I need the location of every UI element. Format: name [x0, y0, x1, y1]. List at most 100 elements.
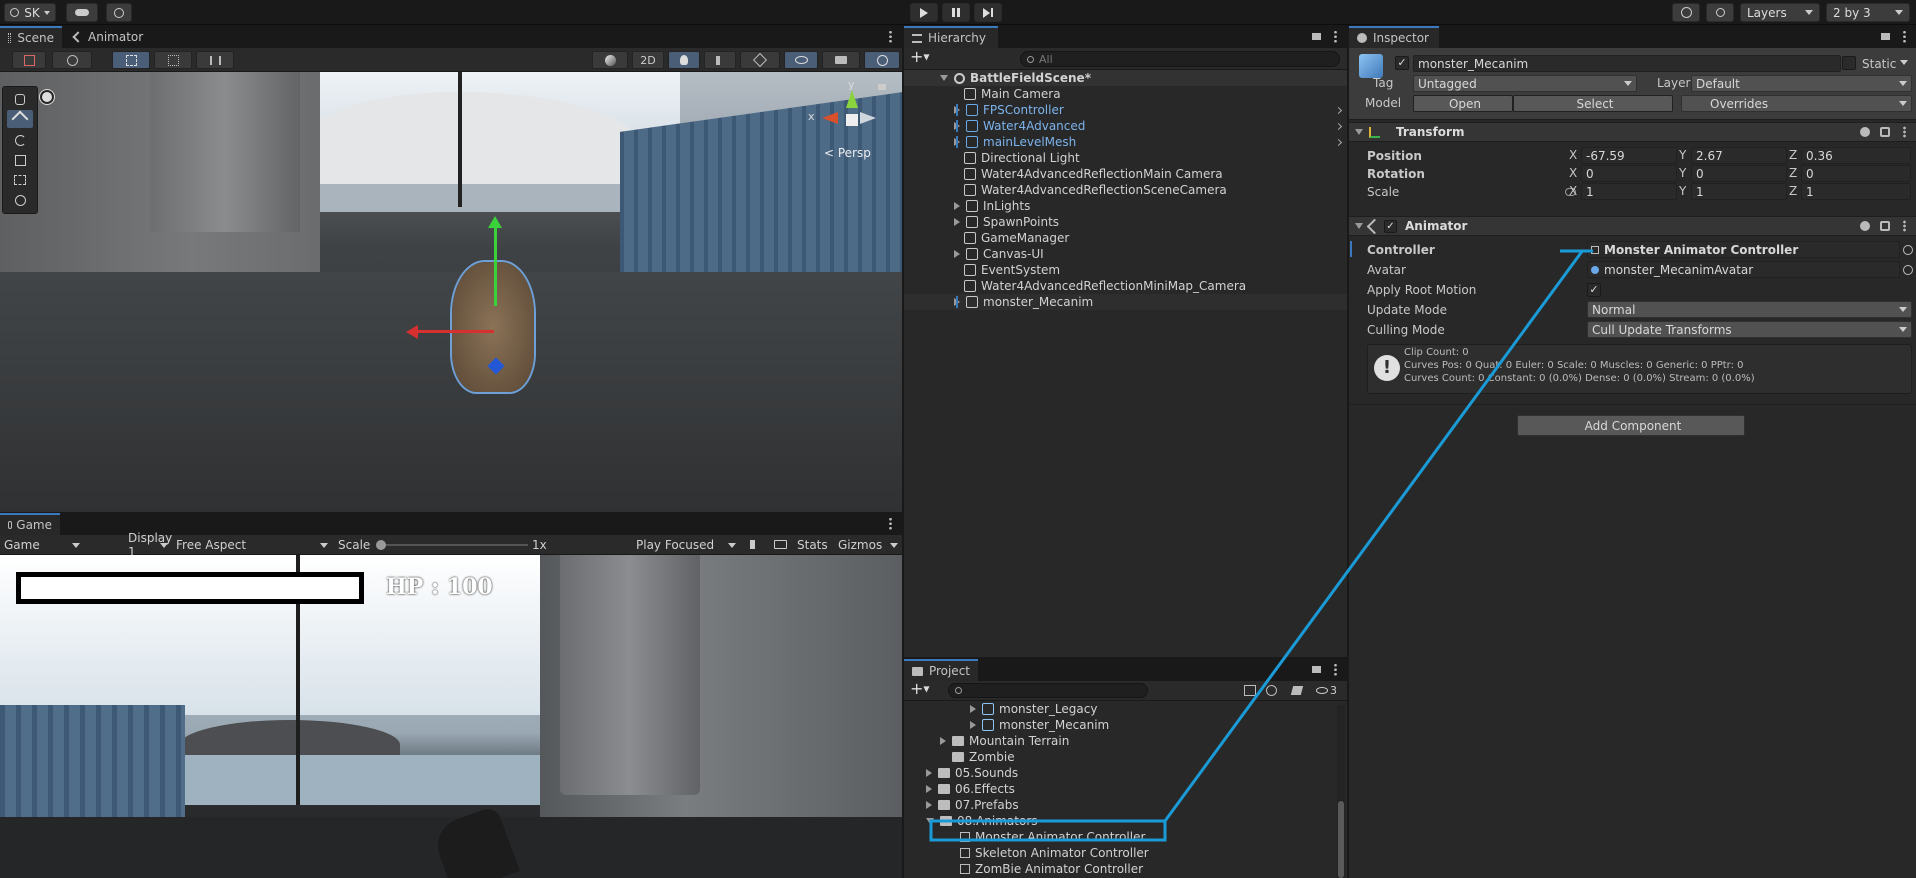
more-menu-icon[interactable]: [1334, 30, 1337, 43]
update-mode-dropdown[interactable]: Normal: [1587, 301, 1912, 318]
collab-button[interactable]: [106, 3, 132, 22]
foldout-arrow-icon[interactable]: [1355, 129, 1363, 135]
rotation-x-field[interactable]: 0: [1581, 165, 1677, 182]
stats-button[interactable]: Stats: [797, 538, 828, 552]
scale-z-field[interactable]: 1: [1801, 183, 1911, 200]
hierarchy-item[interactable]: InLights: [904, 198, 1347, 214]
project-folder[interactable]: Zombie: [904, 749, 1335, 765]
lock-icon[interactable]: [878, 84, 886, 90]
hierarchy-item[interactable]: FPSController: [904, 102, 1347, 118]
increment-snap-dropdown[interactable]: [196, 51, 234, 69]
animator-header[interactable]: ✓ Animator: [1349, 216, 1916, 236]
select-button[interactable]: Select: [1513, 95, 1673, 112]
scale-x-field[interactable]: 1: [1581, 183, 1677, 200]
expand-arrow-icon[interactable]: [940, 737, 946, 745]
project-folder[interactable]: 06.Effects: [904, 781, 1335, 797]
hierarchy-item[interactable]: Water4AdvancedReflectionSceneCamera: [904, 182, 1347, 198]
foldout-arrow-icon[interactable]: [1355, 223, 1363, 229]
project-folder[interactable]: monster_Mecanim: [904, 717, 1335, 733]
lock-icon[interactable]: [1881, 33, 1890, 40]
tag-dropdown[interactable]: Untagged: [1413, 75, 1637, 92]
more-menu-icon[interactable]: [1903, 220, 1906, 232]
tab-inspector[interactable]: Inspector: [1349, 26, 1439, 48]
object-picker-icon[interactable]: [1903, 265, 1913, 275]
cloud-button[interactable]: [66, 3, 98, 22]
tab-project[interactable]: Project: [904, 659, 978, 681]
rotation-z-field[interactable]: 0: [1801, 165, 1911, 182]
scene-viewport[interactable]: y x < Persp: [0, 72, 902, 512]
camera-dropdown[interactable]: [822, 51, 860, 69]
avatar-field[interactable]: monster_MecanimAvatar: [1587, 261, 1900, 278]
chevron-right-icon[interactable]: [1334, 122, 1343, 130]
2d-toggle[interactable]: 2D: [632, 51, 664, 69]
expand-arrow-icon[interactable]: [970, 721, 976, 729]
effects-dropdown[interactable]: [740, 51, 780, 69]
expand-arrow-icon[interactable]: [954, 250, 960, 258]
project-search[interactable]: [948, 683, 1148, 698]
position-y-field[interactable]: 2.67: [1691, 147, 1787, 164]
project-folder[interactable]: 08.Animators: [904, 813, 1335, 829]
static-checkbox[interactable]: [1842, 56, 1856, 70]
gizmos-dropdown[interactable]: [864, 51, 900, 69]
rotate-tool-icon[interactable]: [7, 131, 33, 149]
transform-tool-icon[interactable]: [7, 191, 33, 209]
tab-game[interactable]: Game: [0, 513, 60, 535]
gizmos-dropdown[interactable]: Gizmos: [834, 536, 902, 554]
hierarchy-item[interactable]: mainLevelMesh: [904, 134, 1347, 150]
lighting-toggle[interactable]: [668, 51, 700, 69]
mute-audio-icon[interactable]: [750, 540, 758, 549]
add-object-button[interactable]: +▼: [910, 49, 938, 66]
expand-arrow-icon[interactable]: [926, 769, 932, 777]
search-by-type-icon[interactable]: [1244, 685, 1256, 696]
hierarchy-search[interactable]: All: [1020, 51, 1340, 67]
hand-tool-icon[interactable]: [7, 90, 33, 108]
account-dropdown[interactable]: SK: [4, 3, 56, 22]
more-menu-icon[interactable]: [1334, 663, 1337, 676]
more-menu-icon[interactable]: [1903, 126, 1906, 138]
add-component-button[interactable]: Add Component: [1517, 415, 1745, 436]
history-button[interactable]: [1672, 3, 1700, 22]
project-folder[interactable]: Mountain Terrain: [904, 733, 1335, 749]
grid-snap-dropdown[interactable]: [112, 51, 150, 69]
expand-arrow-icon[interactable]: [926, 801, 932, 809]
draw-mode-dropdown[interactable]: [12, 51, 46, 69]
chevron-right-icon[interactable]: [1334, 106, 1343, 114]
project-asset[interactable]: ZomBie Animator Controller: [904, 861, 1335, 877]
hierarchy-item[interactable]: SpawnPoints: [904, 214, 1347, 230]
scale-slider-thumb[interactable]: [376, 540, 386, 550]
label-icon[interactable]: [1290, 686, 1304, 695]
hierarchy-item[interactable]: EventSystem: [904, 262, 1347, 278]
scale-tool-icon[interactable]: [7, 151, 33, 169]
play-button[interactable]: [910, 3, 938, 22]
tab-hierarchy[interactable]: Hierarchy: [904, 26, 998, 48]
project-asset[interactable]: Skeleton Animator Controller: [904, 845, 1335, 861]
project-scrollbar[interactable]: [1337, 705, 1345, 878]
hierarchy-item[interactable]: Water4AdvancedReflectionMiniMap_Camera: [904, 278, 1347, 294]
filter-icon[interactable]: [1266, 685, 1277, 696]
pause-button[interactable]: [942, 3, 970, 22]
open-button[interactable]: Open: [1413, 95, 1513, 112]
more-menu-icon[interactable]: [1903, 30, 1906, 43]
hierarchy-item[interactable]: Canvas-UI: [904, 246, 1347, 262]
position-z-field[interactable]: 0.36: [1801, 147, 1911, 164]
keyboard-icon[interactable]: [774, 540, 787, 549]
orientation-gizmo[interactable]: y x < Persp: [808, 78, 898, 164]
layers-dropdown[interactable]: Layers: [1740, 3, 1820, 22]
play-focused-dropdown[interactable]: Play Focused: [632, 536, 740, 554]
apply-root-motion-checkbox[interactable]: ✓: [1587, 283, 1601, 297]
display-dropdown[interactable]: Display 1: [124, 531, 172, 559]
settings-icon[interactable]: [1880, 221, 1890, 231]
rect-tool-icon[interactable]: [7, 171, 33, 189]
gizmo-space-dropdown[interactable]: [52, 51, 92, 69]
monster-character[interactable]: [452, 262, 534, 392]
scene-root[interactable]: BattleFieldScene*: [904, 70, 1347, 86]
hidden-packages-icon[interactable]: 3: [1316, 684, 1337, 697]
game-viewport[interactable]: HP : 100: [0, 555, 902, 878]
expand-arrow-icon[interactable]: [940, 75, 948, 81]
object-name-field[interactable]: monster_Mecanim: [1413, 55, 1841, 72]
shading-dropdown[interactable]: [592, 51, 628, 69]
transform-header[interactable]: Transform: [1349, 122, 1916, 142]
scrollbar-thumb[interactable]: [1338, 801, 1344, 878]
tab-scene[interactable]: Scene: [0, 26, 62, 48]
more-menu-icon[interactable]: [889, 517, 892, 530]
